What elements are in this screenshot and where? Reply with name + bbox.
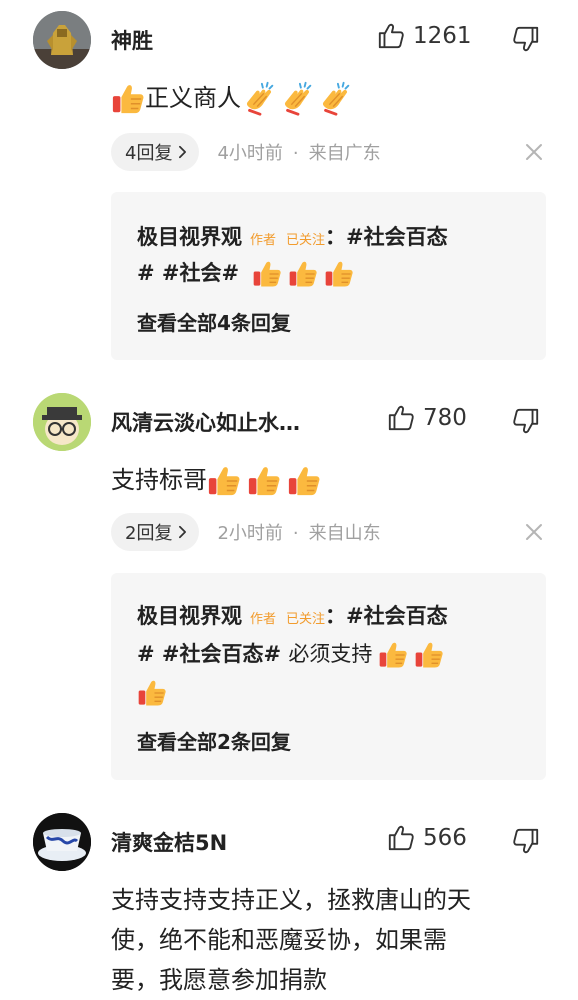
avatar-image [33,813,91,871]
thumbs-up-icon [387,824,415,852]
thumbs-up-emoji [414,640,444,670]
reply-count-button[interactable]: 2回复 [111,513,200,551]
comment-body: 支持标哥 [111,466,207,494]
comment-text: 支持支持支持正义，拯救唐山的天 使，绝不能和恶魔妥协，如果需 要，我愿意参加捐款 [111,880,551,1000]
reply-line [137,673,167,711]
thumbs-down-icon[interactable] [512,827,540,855]
view-all-replies-link[interactable]: 查看全部2条回复 [137,726,291,755]
thumbs-up-emoji [111,82,145,116]
comment-item: 风清云淡心如止水… 780 支持标哥 2回复 2小时前 · 来自山东 极目视界观 作者… [0,380,578,790]
comment-meta: 2回复 2小时前 · 来自山东 [111,513,381,551]
thumbs-up-emoji [247,464,281,498]
reply-count-button[interactable]: 4回复 [111,133,200,171]
reply-count-label: 2回复 [125,523,173,544]
like-count: 1261 [413,23,472,49]
thumbs-up-emoji [207,464,241,498]
thumbs-up-emoji [324,259,354,289]
like-button[interactable]: 1261 [377,22,472,50]
separator: · [292,523,299,544]
reply-text: # #社会百态# [137,642,282,666]
reply-line: # #社会百态# 必须支持 [137,635,444,673]
close-icon[interactable] [524,522,544,542]
comment-time: 4小时前 [217,143,283,164]
reply-author[interactable]: 极目视界观 [137,604,242,628]
thumbs-up-emoji [137,678,167,708]
like-count: 566 [423,825,467,851]
comment-body-line: 要，我愿意参加捐款 [111,966,327,994]
reply-line: # #社会# [137,254,354,292]
author-tag: 作者 [250,612,277,627]
comment-body-line: 支持支持支持正义，拯救唐山的天 [111,886,471,914]
clapping-emoji [241,80,279,118]
reply-count-label: 4回复 [125,143,173,164]
thumbs-down-icon[interactable] [512,407,540,435]
avatar[interactable] [33,11,91,69]
like-button[interactable]: 780 [387,404,467,432]
thumbs-up-icon [377,22,405,50]
followed-tag: 已关注 [286,612,326,627]
avatar[interactable] [33,393,91,451]
comment-time: 2小时前 [217,523,283,544]
username[interactable]: 清爽金桔5N [111,827,227,857]
chevron-right-icon [178,525,187,539]
thumbs-up-emoji [287,464,321,498]
comment-time-location: 4小时前 · 来自广东 [217,139,380,165]
like-button[interactable]: 566 [387,824,467,852]
avatar-image [33,393,91,451]
reply-text: # #社会# [137,261,240,285]
comment-item: 神胜 1261 正义商人 4回复 4小时前 · 来自广东 极目视界观 作者 已关注：#社… [0,0,578,370]
separator: · [292,143,299,164]
reply-preview[interactable]: 极目视界观 作者 已关注：#社会百态 # #社会# 查看全部4条回复 [111,192,546,360]
comment-body-line: 使，绝不能和恶魔妥协，如果需 [111,926,447,954]
thumbs-up-icon [387,404,415,432]
clapping-emoji [279,80,317,118]
thumbs-up-emoji [288,259,318,289]
clapping-emoji [317,80,355,118]
reply-line: 极目视界观 作者 已关注：#社会百态 [137,597,448,639]
followed-tag: 已关注 [286,233,326,248]
thumbs-down-icon[interactable] [512,25,540,53]
thumbs-up-emoji [252,259,282,289]
reply-author[interactable]: 极目视界观 [137,225,242,249]
like-count: 780 [423,405,467,431]
avatar[interactable] [33,813,91,871]
username[interactable]: 神胜 [111,25,153,55]
reply-text-plain: 必须支持 [288,642,373,666]
comment-meta: 4回复 4小时前 · 来自广东 [111,133,381,171]
comment-text: 正义商人 [111,78,551,118]
reply-preview[interactable]: 极目视界观 作者 已关注：#社会百态 # #社会百态# 必须支持 查看全部2条回复 [111,573,546,780]
comment-time-location: 2小时前 · 来自山东 [217,519,380,545]
chevron-right-icon [178,145,187,159]
avatar-image [33,11,91,69]
author-tag: 作者 [250,233,277,248]
comment-location: 来自广东 [308,143,381,164]
close-icon[interactable] [524,142,544,162]
comment-location: 来自山东 [308,523,381,544]
thumbs-up-emoji [378,640,408,670]
view-all-replies-link[interactable]: 查看全部4条回复 [137,307,291,336]
username[interactable]: 风清云淡心如止水… [111,407,300,437]
comment-body: 正义商人 [145,84,241,112]
reply-text: ：#社会百态 [325,225,448,249]
comment-text: 支持标哥 [111,460,551,500]
comment-item: 清爽金桔5N 566 支持支持支持正义，拯救唐山的天 使，绝不能和恶魔妥协，如果… [0,800,578,1000]
reply-text: ：#社会百态 [325,604,448,628]
